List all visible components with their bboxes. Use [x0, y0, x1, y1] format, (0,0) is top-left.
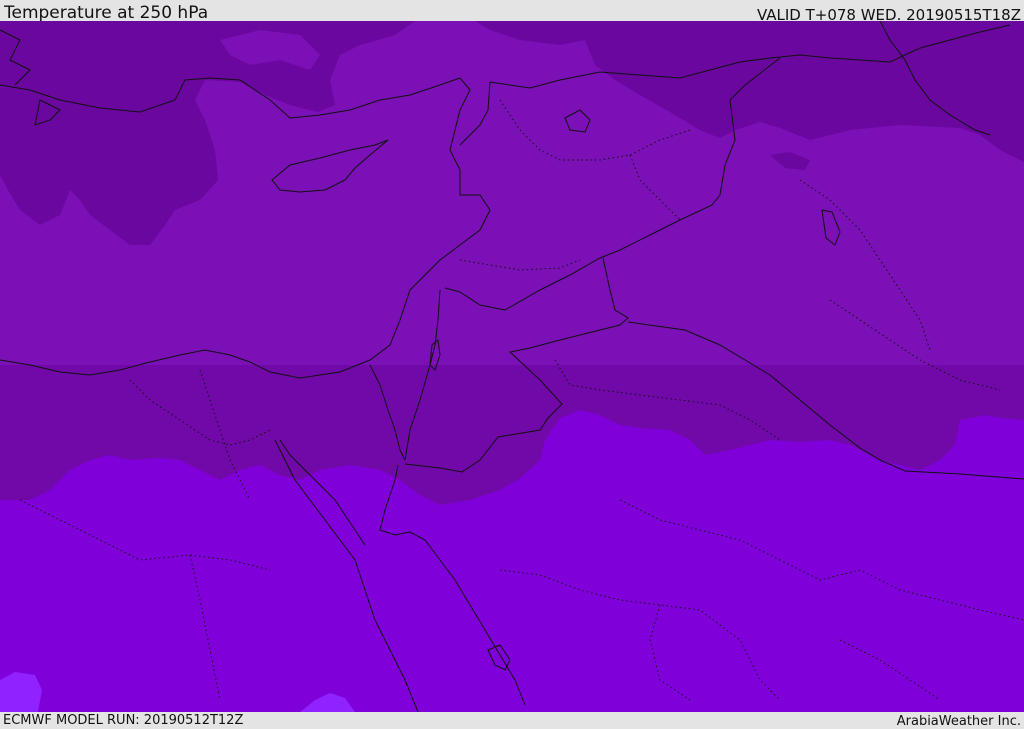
map-canvas	[0, 21, 1024, 712]
footer-bar: ECMWF MODEL RUN: 20190512T12Z ArabiaWeat…	[0, 712, 1024, 729]
model-run-label: ECMWF MODEL RUN: 20190512T12Z	[3, 713, 244, 728]
header-bar: Temperature at 250 hPa VALID T+078 WED. …	[0, 0, 1024, 24]
temperature-map	[0, 21, 1024, 712]
temperature-band-warmest-sw	[0, 672, 42, 712]
map-title: Temperature at 250 hPa	[4, 3, 209, 23]
credit-label: ArabiaWeather Inc.	[896, 714, 1021, 729]
